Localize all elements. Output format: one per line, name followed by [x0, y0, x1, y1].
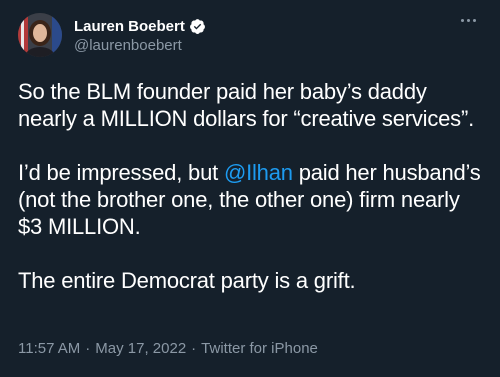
display-name[interactable]: Lauren Boebert [74, 18, 185, 35]
more-dot [466, 18, 470, 22]
tweet-paragraph-2: I’d be impressed, but @Ilhan paid her hu… [18, 159, 482, 240]
mention-link[interactable]: @Ilhan [224, 160, 293, 185]
tweet-paragraph-3: The entire Democrat party is a grift. [18, 268, 356, 293]
verified-badge-icon [189, 18, 206, 35]
more-dot [460, 18, 464, 22]
tweet-source[interactable]: Twitter for iPhone [201, 340, 318, 357]
tweet-header: Lauren Boebert @laurenboebert [18, 12, 482, 58]
author-identity: Lauren Boebert @laurenboebert [74, 16, 206, 54]
tweet-time[interactable]: 11:57 AM [18, 340, 80, 357]
tweet-paragraph-1: So the BLM founder paid her baby’s daddy… [18, 79, 475, 131]
avatar[interactable] [18, 13, 62, 57]
avatar-image [18, 13, 62, 57]
more-dot [472, 18, 476, 22]
tweet-text: So the BLM founder paid her baby’s daddy… [18, 78, 482, 294]
tweet-paragraph-2-start: I’d be impressed, but [18, 160, 224, 185]
name-row: Lauren Boebert [74, 16, 206, 36]
meta-separator: · [191, 340, 197, 357]
tweet-card: Lauren Boebert @laurenboebert So the BLM… [0, 0, 500, 377]
tweet-date[interactable]: May 17, 2022 [95, 340, 186, 357]
more-options-icon[interactable] [456, 12, 480, 28]
author-handle[interactable]: @laurenboebert [74, 37, 206, 54]
meta-separator: · [85, 340, 91, 357]
tweet-metadata: 11:57 AM · May 17, 2022 · Twitter for iP… [18, 340, 318, 357]
